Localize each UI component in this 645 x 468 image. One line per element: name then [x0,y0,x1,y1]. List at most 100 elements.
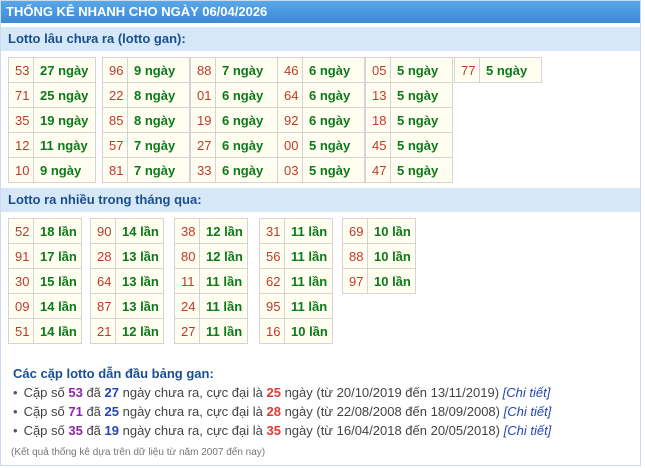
gan-row: 12 11 ngày [8,132,96,158]
nhieu-count: 10 lần [367,268,416,294]
gan-row: 85 8 ngày [102,107,190,133]
nhieu-row: 69 10 lần [342,218,416,244]
nhieu-count: 14 lần [115,218,164,244]
gan-count: 8 ngày [127,82,190,108]
gan-row: 27 6 ngày [190,132,278,158]
detail-link[interactable]: [Chi tiết] [504,423,552,438]
gan-number: 19 [190,107,216,133]
gan-count: 7 ngày [215,57,278,83]
pair-max: 25 [266,385,281,400]
nhieu-row: 38 12 lần [174,218,248,244]
gan-count: 25 ngày [33,82,96,108]
gan-row: 33 6 ngày [190,157,278,183]
nhieu-number: 52 [8,218,34,244]
pair-text: Cặp số [23,385,69,400]
gan-row: 19 6 ngày [190,107,278,133]
nhieu-count: 11 lần [284,218,333,244]
gan-count: 8 ngày [127,107,190,133]
detail-link[interactable]: [Chi tiết] [504,404,552,419]
gan-row: 46 6 ngày [277,57,365,83]
gan-row: 45 5 ngày [365,132,453,158]
gan-row: 53 27 ngày [8,57,96,83]
gan-row: 71 25 ngày [8,82,96,108]
gan-count: 6 ngày [215,82,278,108]
nhieu-table: 90 14 lần 28 13 lần 64 13 lần 87 13 lần 21 12 lần [90,218,164,344]
nhieu-row: 28 13 lần [90,243,164,269]
gan-row: 92 6 ngày [277,107,365,133]
gan-number: 92 [277,107,303,133]
gan-number: 27 [190,132,216,158]
detail-link[interactable]: [Chi tiết] [503,385,551,400]
nhieu-row: 88 10 lần [342,243,416,269]
nhieu-number: 16 [259,318,285,344]
nhieu-number: 95 [259,293,285,319]
pair-days: 27 [104,385,119,400]
gan-number: 13 [365,82,391,108]
gan-count: 19 ngày [33,107,96,133]
nhieu-count: 14 lần [33,318,82,344]
gan-row: 03 5 ngày [277,157,365,183]
gan-number: 77 [454,57,480,83]
pair-text: Cặp số [23,423,69,438]
gan-pairs-list: Cặp số 53 đã 27 ngày chưa ra, cực đại là… [13,383,640,440]
nhieu-row: 16 10 lần [259,318,333,344]
gan-number: 57 [102,132,128,158]
nhieu-count: 15 lần [33,268,82,294]
gan-number: 03 [277,157,303,183]
nhieu-count: 11 lần [284,293,333,319]
gan-count: 6 ngày [302,57,365,83]
nhieu-row: 24 11 lần [174,293,248,319]
nhieu-count: 10 lần [367,218,416,244]
gan-pairs-heading: Các cặp lotto dẫn đầu bảng gan: [13,366,214,381]
gan-table: 77 5 ngày [454,57,542,83]
nhieu-number: 56 [259,243,285,269]
gan-number: 22 [102,82,128,108]
pair-text: ngày (từ 20/10/2019 đến 13/11/2019) [280,385,503,400]
gan-row: 47 5 ngày [365,157,453,183]
gan-number: 10 [8,157,34,183]
nhieu-row: 27 11 lần [174,318,248,344]
nhieu-count: 17 lần [33,243,82,269]
gan-pair-item: Cặp số 71 đã 25 ngày chưa ra, cực đại là… [13,402,640,421]
nhieu-number: 30 [8,268,34,294]
nhieu-section-heading: Lotto ra nhiều trong tháng qua: [1,188,640,212]
gan-row: 81 7 ngày [102,157,190,183]
pair-number: 53 [68,385,83,400]
gan-number: 71 [8,82,34,108]
nhieu-count: 18 lần [33,218,82,244]
nhieu-number: 11 [174,268,200,294]
nhieu-number: 90 [90,218,116,244]
gan-row: 00 5 ngày [277,132,365,158]
nhieu-row: 64 13 lần [90,268,164,294]
nhieu-count: 10 lần [284,318,333,344]
nhieu-count: 11 lần [199,268,248,294]
nhieu-number: 38 [174,218,200,244]
gan-grid: 53 27 ngày 71 25 ngày 35 19 ngày 12 11 ngày 10 9 … [1,51,640,185]
gan-count: 5 ngày [390,157,453,183]
nhieu-number: 88 [342,243,368,269]
nhieu-row: 62 11 lần [259,268,333,294]
gan-number: 81 [102,157,128,183]
stats-panel: THỐNG KÊ NHANH CHO NGÀY 06/04/2026 Lotto… [0,0,641,466]
nhieu-number: 09 [8,293,34,319]
nhieu-number: 69 [342,218,368,244]
nhieu-number: 27 [174,318,200,344]
nhieu-row: 21 12 lần [90,318,164,344]
nhieu-number: 21 [90,318,116,344]
nhieu-row: 97 10 lần [342,268,416,294]
nhieu-count: 11 lần [199,318,248,344]
nhieu-number: 97 [342,268,368,294]
gan-number: 18 [365,107,391,133]
nhieu-row: 09 14 lần [8,293,82,319]
pair-days: 19 [104,423,119,438]
gan-count: 11 ngày [33,132,96,158]
gan-count: 5 ngày [390,82,453,108]
pair-text: đã [82,404,105,419]
gan-section-heading: Lotto lâu chưa ra (lotto gan): [1,27,640,51]
nhieu-number: 87 [90,293,116,319]
gan-count: 5 ngày [390,132,453,158]
gan-table: 96 9 ngày 22 8 ngày 85 8 ngày 57 7 ngày 81 7 ngày [102,57,190,183]
gan-number: 35 [8,107,34,133]
pair-number: 71 [68,404,83,419]
gan-row: 96 9 ngày [102,57,190,83]
